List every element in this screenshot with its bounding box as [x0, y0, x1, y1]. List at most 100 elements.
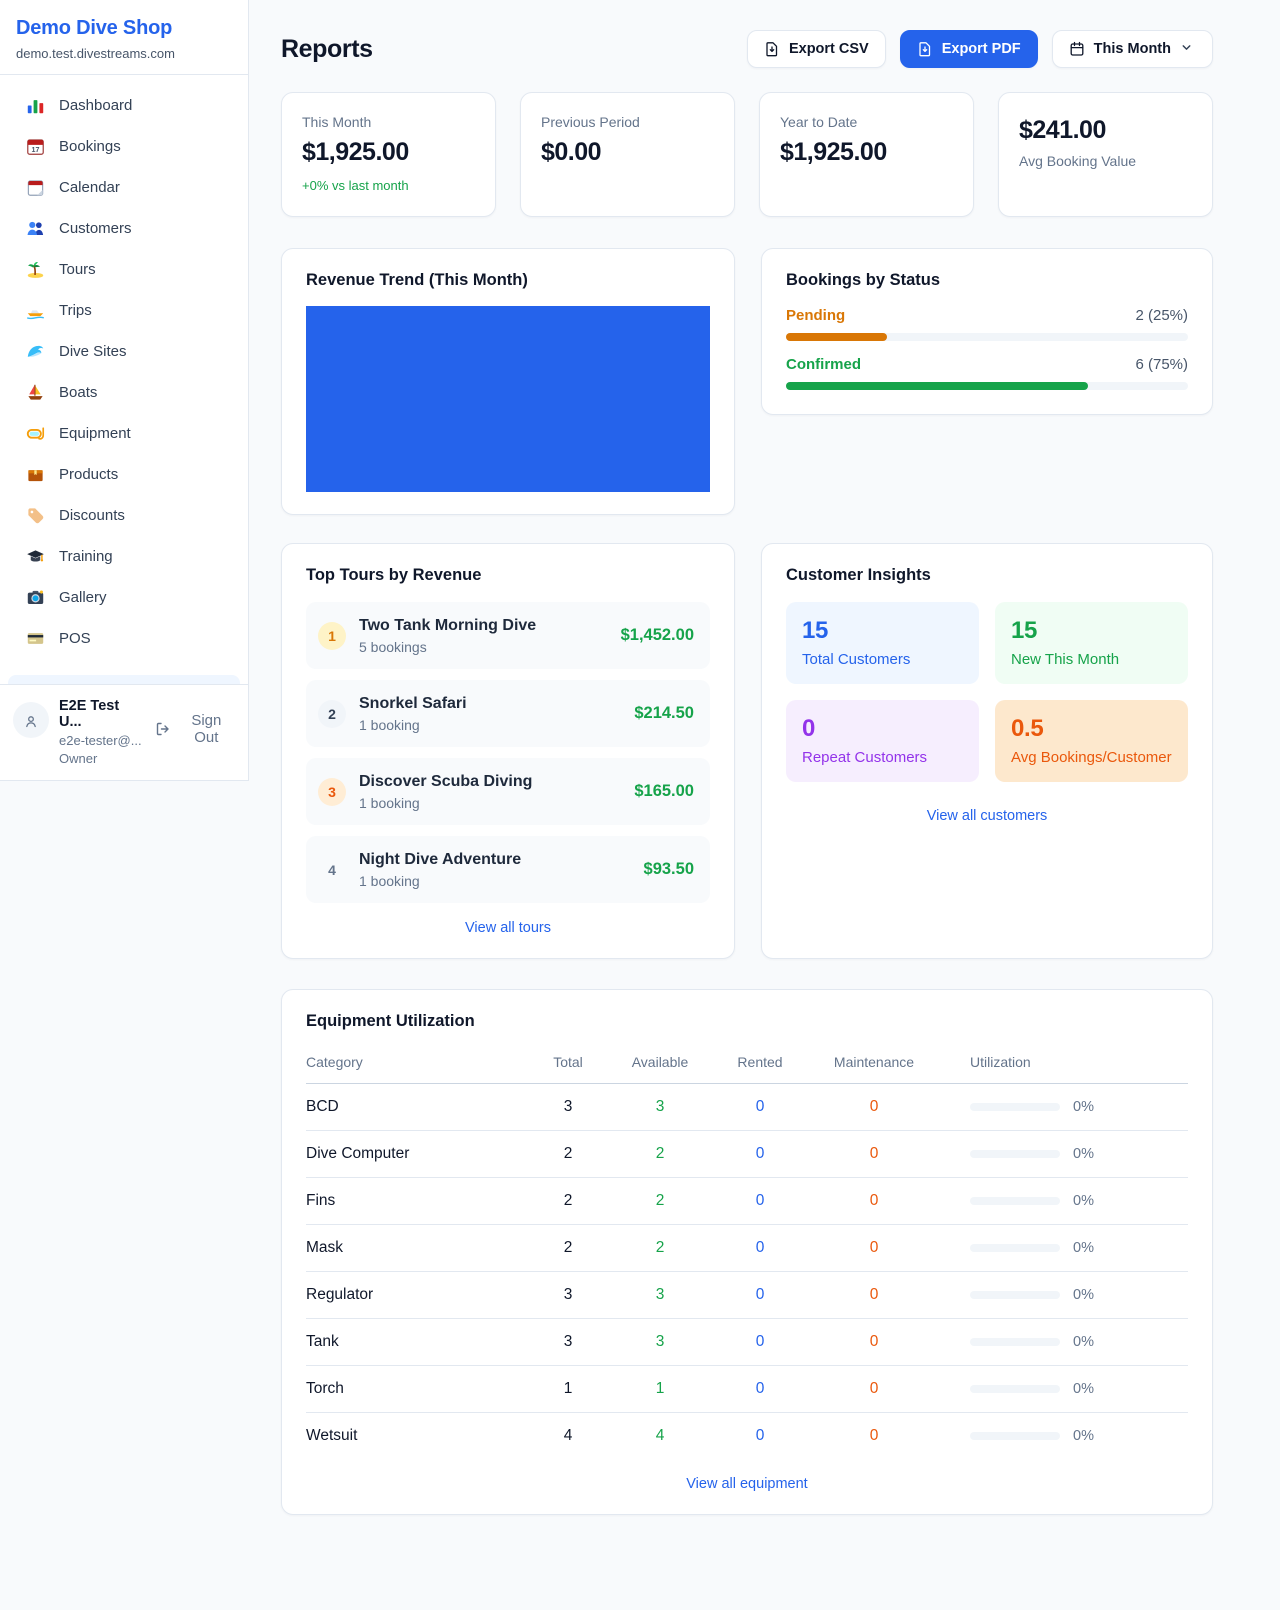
- sign-out-icon: [155, 721, 171, 737]
- equipment-available: 3: [610, 1333, 710, 1351]
- view-all-tours-link[interactable]: View all tours: [306, 920, 710, 936]
- status-row-header: Pending2 (25%): [786, 307, 1188, 324]
- products-icon: [26, 465, 45, 484]
- page-header: Reports Export CSV Export PDF This Month: [281, 30, 1213, 68]
- user-email: e2e-tester@...: [59, 733, 145, 748]
- equipment-available: 1: [610, 1380, 710, 1398]
- customers-icon: [26, 219, 45, 238]
- tour-rank-badge: 4: [318, 856, 346, 884]
- utilization-bar-track: [970, 1291, 1060, 1299]
- sidebar-item-discounts[interactable]: Discounts: [8, 496, 240, 535]
- equipment-total: 3: [526, 1286, 610, 1304]
- equipment-table-row: Tank33000%: [306, 1319, 1188, 1366]
- sign-out-button[interactable]: Sign Out: [155, 712, 235, 746]
- customer-insights-card: Customer Insights 15Total Customers15New…: [761, 543, 1213, 959]
- equipment-table-row: Mask22000%: [306, 1225, 1188, 1272]
- top-tours-title: Top Tours by Revenue: [306, 566, 710, 585]
- user-name: E2E Test U...: [59, 698, 145, 730]
- sidebar-item-active-partial[interactable]: [8, 675, 240, 684]
- period-dropdown[interactable]: This Month: [1052, 30, 1213, 68]
- sidebar-item-trips[interactable]: Trips: [8, 291, 240, 330]
- equipment-category: Dive Computer: [306, 1145, 526, 1163]
- tour-bookings-count: 1 booking: [359, 717, 467, 733]
- sidebar-item-label: Boats: [59, 384, 97, 401]
- tour-rank-badge: 1: [318, 622, 346, 650]
- equipment-rented: 0: [710, 1427, 810, 1445]
- tour-rank-badge: 3: [318, 778, 346, 806]
- insight-tile: 15New This Month: [995, 602, 1188, 684]
- equipment-column-header: Available: [610, 1054, 710, 1070]
- equipment-utilization-title: Equipment Utilization: [306, 1012, 1188, 1031]
- sidebar-item-dashboard[interactable]: Dashboard: [8, 86, 240, 125]
- sidebar-item-bookings[interactable]: 17 Bookings: [8, 127, 240, 166]
- bookings-by-status-card: Bookings by Status Pending2 (25%)Confirm…: [761, 248, 1213, 415]
- equipment-total: 3: [526, 1098, 610, 1116]
- status-label: Confirmed: [786, 356, 861, 373]
- insight-tile-label: New This Month: [1011, 651, 1172, 668]
- sidebar-item-label: Bookings: [59, 138, 121, 155]
- sidebar-item-tours[interactable]: Tours: [8, 250, 240, 289]
- utilization-percent: 0%: [1073, 1240, 1094, 1256]
- sidebar-item-label: Tours: [59, 261, 96, 278]
- utilization-percent: 0%: [1073, 1099, 1094, 1115]
- stat-card: Previous Period$0.00: [520, 92, 735, 217]
- tour-name: Discover Scuba Diving: [359, 773, 532, 791]
- equipment-table-row: BCD33000%: [306, 1084, 1188, 1131]
- tour-bookings-count: 1 booking: [359, 873, 521, 889]
- equipment-utilization-cell: 0%: [938, 1428, 1188, 1444]
- equipment-utilization-cell: 0%: [938, 1240, 1188, 1256]
- equipment-category: Fins: [306, 1192, 526, 1210]
- stat-value: $1,925.00: [780, 138, 953, 167]
- equipment-utilization-cell: 0%: [938, 1193, 1188, 1209]
- equipment-icon: [26, 424, 45, 443]
- export-csv-button[interactable]: Export CSV: [747, 30, 886, 68]
- revenue-trend-title: Revenue Trend (This Month): [306, 271, 710, 290]
- sidebar-item-gallery[interactable]: Gallery: [8, 578, 240, 617]
- sidebar-item-boats[interactable]: Boats: [8, 373, 240, 412]
- equipment-available: 4: [610, 1427, 710, 1445]
- sidebar-item-label: Discounts: [59, 507, 125, 524]
- equipment-available: 2: [610, 1192, 710, 1210]
- equipment-rented: 0: [710, 1145, 810, 1163]
- sidebar-item-dive-sites[interactable]: Dive Sites: [8, 332, 240, 371]
- equipment-category: Wetsuit: [306, 1427, 526, 1445]
- insight-tiles: 15Total Customers15New This Month0Repeat…: [786, 602, 1188, 782]
- stat-label: This Month: [302, 114, 475, 130]
- stat-card: This Month$1,925.00+0% vs last month: [281, 92, 496, 217]
- sidebar-item-calendar[interactable]: Calendar: [8, 168, 240, 207]
- tours-icon: [26, 260, 45, 279]
- sidebar-item-pos[interactable]: POS: [8, 619, 240, 658]
- equipment-category: Tank: [306, 1333, 526, 1351]
- equipment-maintenance: 0: [810, 1380, 938, 1398]
- sidebar-item-customers[interactable]: Customers: [8, 209, 240, 248]
- equipment-total: 2: [526, 1239, 610, 1257]
- stat-label: Avg Booking Value: [1019, 153, 1192, 169]
- equipment-maintenance: 0: [810, 1098, 938, 1116]
- status-row: Pending2 (25%): [786, 307, 1188, 341]
- shop-domain: demo.test.divestreams.com: [16, 46, 232, 61]
- sidebar-item-training[interactable]: Training: [8, 537, 240, 576]
- header-actions: Export CSV Export PDF This Month: [747, 30, 1213, 68]
- equipment-category: Mask: [306, 1239, 526, 1257]
- view-all-customers-link[interactable]: View all customers: [786, 808, 1188, 824]
- export-pdf-button[interactable]: Export PDF: [900, 30, 1038, 68]
- equipment-utilization-cell: 0%: [938, 1381, 1188, 1397]
- file-download-icon: [764, 41, 780, 57]
- svg-text:17: 17: [32, 146, 40, 154]
- stat-value: $1,925.00: [302, 138, 475, 167]
- insight-tile-label: Avg Bookings/Customer: [1011, 749, 1172, 766]
- sidebar-nav: Dashboard 17 Bookings CalendarCustomers Tour…: [0, 75, 248, 675]
- sidebar-item-products[interactable]: Products: [8, 455, 240, 494]
- equipment-table-row: Dive Computer22000%: [306, 1131, 1188, 1178]
- equipment-total: 3: [526, 1333, 610, 1351]
- bookings-icon: 17: [26, 137, 45, 156]
- insight-tile-value: 0.5: [1011, 715, 1172, 743]
- sidebar-item-label: Dive Sites: [59, 343, 127, 360]
- sidebar-item-equipment[interactable]: Equipment: [8, 414, 240, 453]
- view-all-equipment-link[interactable]: View all equipment: [306, 1476, 1188, 1492]
- equipment-column-header: Utilization: [938, 1054, 1188, 1070]
- status-row: Confirmed6 (75%): [786, 356, 1188, 390]
- export-csv-label: Export CSV: [789, 41, 869, 57]
- status-rows: Pending2 (25%) Confirmed6 (75%): [786, 307, 1188, 390]
- chevron-down-icon: [1180, 41, 1196, 57]
